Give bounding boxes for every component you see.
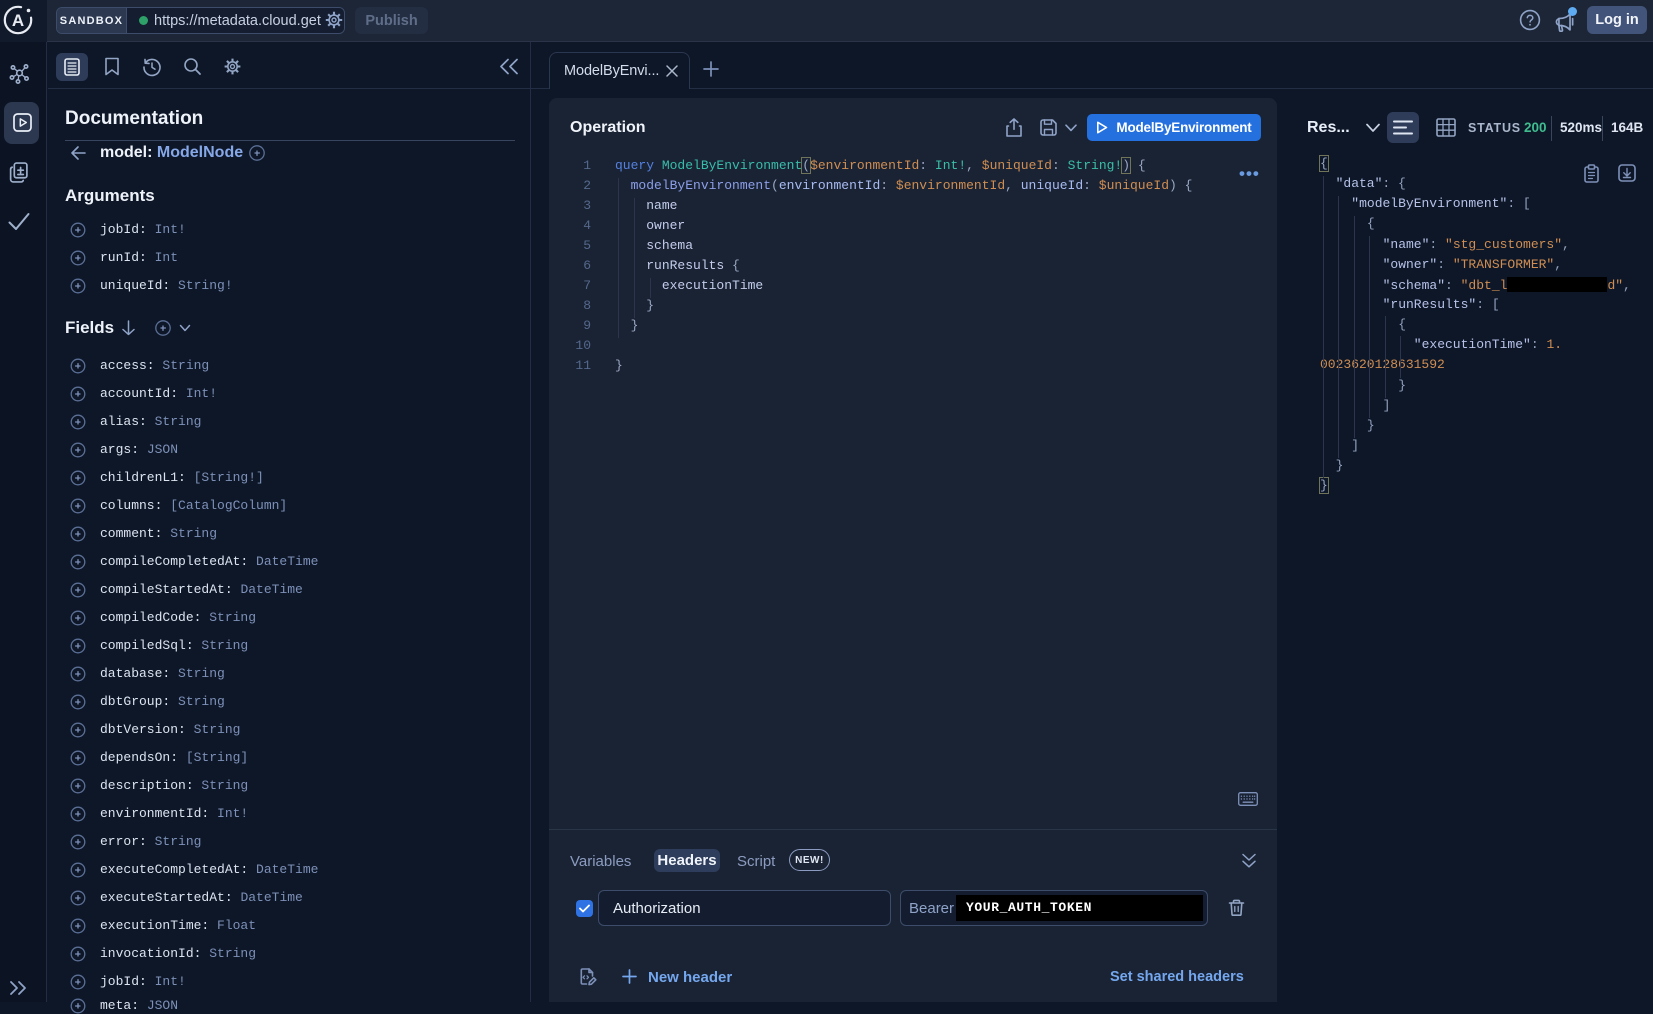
svg-text:A: A — [12, 11, 24, 30]
